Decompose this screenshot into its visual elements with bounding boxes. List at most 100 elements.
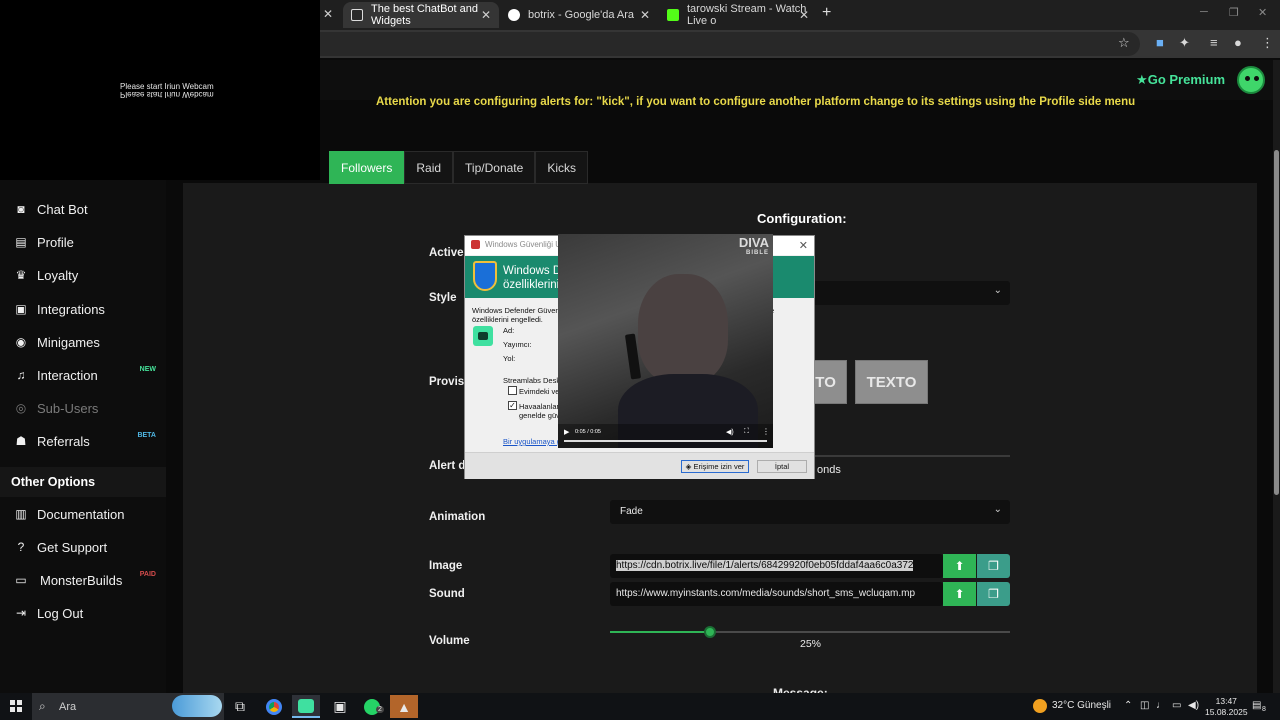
close-window-icon[interactable]: ✕ [1258, 6, 1267, 19]
volume-slider-thumb[interactable] [704, 626, 716, 638]
duration-slider[interactable] [815, 455, 1010, 457]
page-scrollbar[interactable] [1273, 60, 1280, 693]
speaker-icon[interactable]: ◀) [1188, 700, 1199, 711]
volume-slider[interactable] [610, 626, 1010, 638]
cancel-button[interactable]: İptal [757, 460, 807, 473]
close-tab-icon[interactable]: ✕ [799, 8, 809, 22]
windows-start-icon[interactable] [10, 700, 22, 712]
sidebar-item-loyalty[interactable]: ♛ Loyalty [0, 260, 166, 290]
network-icon[interactable]: ▭ [1172, 700, 1181, 711]
weather-text[interactable]: 32°C Güneşli [1052, 700, 1111, 711]
tab-kick[interactable]: tarowski Stream - Watch Live o ✕ [667, 2, 817, 28]
task-view-icon[interactable]: ⧉ [226, 695, 254, 718]
sidebar-item-chat-bot[interactable]: ◙ Chat Bot [0, 194, 166, 224]
help-link[interactable]: Bir uygulamaya gu [503, 437, 565, 446]
private-network-checkbox[interactable] [508, 386, 517, 395]
sidebar-item-label: Documentation [37, 506, 125, 522]
meet-now-icon[interactable]: ◫ [1140, 700, 1149, 711]
dialog-footer: ◈ Erişime izin ver İptal [465, 452, 814, 479]
animation-select[interactable]: Fade ⌄ [610, 500, 1010, 524]
chevron-up-icon[interactable]: ⌃ [1124, 700, 1132, 711]
tab-google[interactable]: botrix - Google'da Ara ✕ [508, 2, 658, 28]
tab-followers[interactable]: Followers [329, 151, 405, 184]
whatsapp-taskbar-icon[interactable]: 2 [358, 695, 386, 718]
play-icon[interactable]: ▶ [564, 428, 569, 436]
new-tab-icon[interactable]: + [822, 4, 831, 22]
sidebar-item-integrations[interactable]: ▣ Integrations [0, 294, 166, 324]
extension-icon[interactable]: ■ [1156, 35, 1164, 50]
close-icon[interactable]: ✕ [799, 239, 808, 252]
sound-url-input[interactable]: https://www.myinstants.com/media/sounds/… [610, 582, 943, 606]
animation-value: Fade [620, 506, 643, 517]
taskbar-search[interactable]: ⌕ Ara [32, 693, 224, 720]
tab-title: The best ChatBot and Widgets [371, 3, 479, 27]
sidebar-item-referrals[interactable]: ☗ Referrals BETA [0, 426, 166, 456]
terminal-taskbar-icon[interactable]: ▣ [326, 695, 354, 718]
text-position-option[interactable]: TEXTO [855, 360, 928, 404]
sidebar-item-get-support[interactable]: ? Get Support [0, 532, 166, 562]
active-label: Active [429, 247, 464, 259]
tab-botrix[interactable]: The best ChatBot and Widgets ✕ [343, 2, 499, 28]
notification-count: 8 [1262, 706, 1266, 713]
video-player[interactable]: DIVA BIBLE ▶ 0:05 / 0:05 ◀) ⛶ ⋮ [558, 234, 773, 448]
scrollbar-thumb[interactable] [1274, 150, 1279, 495]
more-options-icon[interactable]: ⋮ [762, 427, 770, 436]
sidebar-item-interaction[interactable]: ♫ Interaction NEW [0, 360, 166, 390]
music-icon: ♫ [16, 368, 26, 382]
tab-title: tarowski Stream - Watch Live o [687, 3, 807, 27]
chrome-taskbar-icon[interactable] [260, 695, 288, 718]
sidebar-item-sub-users[interactable]: ◎ Sub-Users [0, 393, 166, 423]
sidebar-item-minigames[interactable]: ◉ Minigames [0, 327, 166, 357]
volume-value: 25% [800, 638, 822, 650]
extensions-puzzle-icon[interactable]: ✦ [1179, 35, 1190, 51]
notifications-icon[interactable]: ▤ [1252, 700, 1261, 711]
windows-taskbar: ⌕ Ara ⧉ ▣ 2 ▲ 32°C Güneşli ⌃ ◫ ♩ ▭ ◀) 13… [0, 693, 1280, 720]
address-bar[interactable] [320, 32, 1140, 56]
image-url-input[interactable]: https://cdn.botrix.live/file/1/alerts/68… [610, 554, 943, 578]
gallery-icon: ❐ [988, 559, 999, 573]
close-tab-icon[interactable]: ✕ [640, 8, 650, 22]
taskbar-clock[interactable]: 13:47 15.08.2025 [1205, 696, 1248, 718]
alert-duration-label: Alert d [429, 460, 466, 472]
app-taskbar-icon[interactable]: ▲ [390, 695, 418, 718]
user-avatar[interactable] [1237, 66, 1265, 94]
close-tab-icon[interactable]: ✕ [323, 7, 333, 21]
tab-raid[interactable]: Raid [404, 151, 454, 184]
sidebar-item-monsterbuilds[interactable]: ▭ MonsterBuilds PAID [0, 565, 166, 595]
microphone-icon[interactable]: ♩ [1156, 700, 1166, 711]
restore-icon[interactable]: ❐ [1229, 6, 1239, 19]
users-icon: ◎ [15, 401, 27, 415]
volume-label: Volume [429, 635, 470, 647]
search-icon: ⌕ [39, 699, 46, 713]
tab-kicks[interactable]: Kicks [535, 151, 588, 184]
path-label: Yol: [503, 354, 516, 363]
sidebar-item-profile[interactable]: ▤ Profile [0, 227, 166, 257]
public-network-label: Havaalanları [519, 402, 562, 411]
webcam-preview: Please start Iriun Webcam Please start I… [0, 0, 320, 180]
configuration-title: Configuration: [757, 211, 847, 226]
public-network-checkbox[interactable]: ✓ [508, 401, 517, 410]
streamlabs-taskbar-icon[interactable] [292, 695, 320, 718]
upload-image-button[interactable]: ⬆ [943, 554, 976, 578]
people-icon: ☗ [15, 434, 27, 448]
go-premium-link[interactable]: ★Go Premium [1136, 72, 1225, 88]
chrome-menu-icon[interactable]: ⋮ [1261, 35, 1274, 51]
fullscreen-icon[interactable]: ⛶ [744, 428, 749, 436]
sound-library-button[interactable]: ❐ [977, 582, 1010, 606]
sound-label: Sound [429, 588, 465, 600]
media-control-icon[interactable]: ≡ [1210, 35, 1218, 50]
allow-access-button[interactable]: ◈ Erişime izin ver [681, 460, 749, 473]
video-progress-bar[interactable] [564, 440, 767, 442]
minimize-icon[interactable]: ─ [1200, 6, 1208, 18]
sidebar-item-log-out[interactable]: ⇥ Log Out [0, 598, 166, 628]
tab-tip-donate[interactable]: Tip/Donate [453, 151, 536, 184]
id-card-icon: ▤ [15, 235, 27, 249]
volume-icon[interactable]: ◀) [726, 428, 734, 436]
image-library-button[interactable]: ❐ [977, 554, 1010, 578]
sidebar-item-documentation[interactable]: ▥ Documentation [0, 499, 166, 529]
bookmark-star-icon[interactable]: ☆ [1118, 35, 1130, 51]
upload-sound-button[interactable]: ⬆ [943, 582, 976, 606]
profile-avatar-icon[interactable]: ● [1234, 35, 1242, 50]
chevron-down-icon: ⌄ [993, 504, 1002, 515]
close-tab-icon[interactable]: ✕ [481, 8, 491, 22]
